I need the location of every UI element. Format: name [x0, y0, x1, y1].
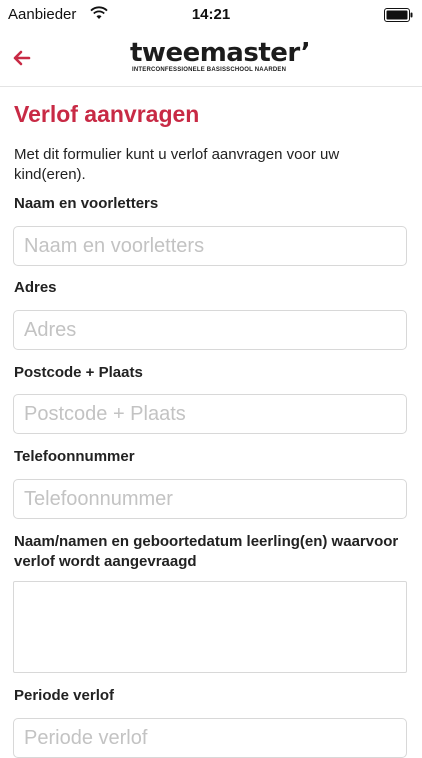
form-intro: Met dit formulier kunt u verlof aanvrage…	[14, 146, 340, 183]
postcode-label: Postcode + Plaats	[14, 364, 143, 381]
status-bar: Aanbieder 14:21	[0, 0, 422, 30]
battery-icon	[384, 8, 414, 26]
school-logo: tweemaster’ INTERCONFESSIONELE BASISSCHO…	[130, 38, 311, 80]
students-textarea[interactable]	[13, 581, 407, 673]
logo-wordmark: tweemaster’	[130, 38, 311, 68]
period-label: Periode verlof	[14, 687, 115, 704]
phone-input[interactable]	[13, 479, 407, 519]
name-label: Naam en voorletters	[14, 195, 159, 212]
postcode-input[interactable]	[13, 394, 407, 434]
period-input[interactable]	[13, 718, 407, 758]
page-title: Verlof aanvragen	[14, 101, 200, 127]
address-label: Adres	[14, 279, 57, 296]
name-input[interactable]	[13, 226, 407, 266]
students-label: Naam/namen en geboortedatum leerling(en)…	[14, 533, 399, 570]
arrow-left-icon	[13, 50, 31, 66]
back-button[interactable]	[8, 44, 36, 72]
phone-label: Telefoonnummer	[14, 448, 135, 465]
address-input[interactable]	[13, 310, 407, 350]
logo-tagline: INTERCONFESSIONELE BASISSCHOOL NAARDEN	[132, 67, 287, 73]
app-header: tweemaster’ INTERCONFESSIONELE BASISSCHO…	[0, 30, 422, 87]
clock: 14:21	[191, 6, 231, 23]
